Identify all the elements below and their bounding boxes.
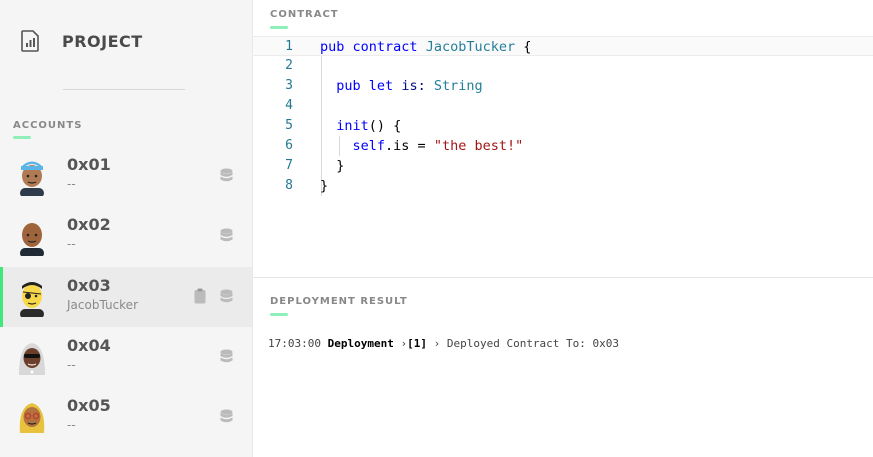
string-literal: "the best!": [433, 138, 524, 154]
field-name: is:: [401, 78, 426, 94]
brace: }: [336, 158, 345, 174]
code-line: 3 pub let is: String: [253, 76, 873, 96]
code-line: 5 init() {: [253, 116, 873, 136]
code-line: 2: [253, 56, 873, 76]
line-number: 4: [285, 98, 293, 113]
database-icon[interactable]: [220, 349, 233, 365]
account-address: 0x05: [67, 396, 111, 415]
divider: [63, 89, 185, 90]
account-contract-name: JacobTucker: [67, 298, 138, 312]
database-icon[interactable]: [220, 289, 233, 305]
avatar: [19, 343, 45, 375]
avatar: [20, 161, 44, 196]
code-line: 8 }: [253, 176, 873, 196]
log-kind: Deployment: [327, 337, 394, 350]
keyword: pub: [320, 39, 345, 55]
accounts-underline: [13, 136, 31, 139]
account-item-0x04[interactable]: 0x04 --: [0, 327, 252, 387]
pane-resize-divider[interactable]: [253, 277, 873, 278]
keyword: contract: [352, 39, 418, 55]
line-number: 8: [285, 178, 293, 193]
contract-label: CONTRACT: [270, 9, 339, 20]
project-header[interactable]: PROJECT: [0, 0, 252, 90]
avatar: [20, 282, 44, 317]
code-text: () {: [368, 118, 402, 134]
line-number: 6: [285, 138, 293, 153]
deployment-result-underline: [270, 313, 288, 316]
line-number: 1: [285, 39, 293, 54]
code-editor[interactable]: 1 pub contract JacobTucker { 2 3 pub let…: [253, 36, 873, 276]
code-line: 7 }: [253, 156, 873, 176]
account-address: 0x02: [67, 215, 111, 234]
keyword: pub: [336, 78, 361, 94]
account-contract-name: --: [67, 418, 76, 432]
account-address: 0x04: [67, 336, 111, 355]
code-line: 4: [253, 96, 873, 116]
keyword: let: [368, 78, 394, 94]
line-number: 3: [285, 78, 293, 93]
line-number: 5: [285, 118, 293, 133]
line-number: 7: [285, 158, 293, 173]
avatar: [20, 223, 44, 256]
deployment-result-label: DEPLOYMENT RESULT: [270, 296, 408, 307]
type-name: String: [433, 78, 483, 94]
code-text: .is =: [385, 138, 434, 154]
account-item-0x01[interactable]: 0x01 --: [0, 146, 252, 206]
accounts-label: ACCOUNTS: [13, 120, 83, 131]
account-item-0x03[interactable]: 0x03 JacobTucker: [0, 267, 252, 327]
account-contract-name: --: [67, 177, 76, 191]
database-icon[interactable]: [220, 409, 233, 425]
database-icon[interactable]: [220, 228, 233, 244]
account-contract-name: --: [67, 358, 76, 372]
avatar: [19, 403, 45, 433]
line-number: 2: [285, 58, 293, 73]
function-name: init: [336, 118, 369, 134]
deployment-log-line: 17:03:00 Deployment ›[1] › Deployed Cont…: [268, 337, 619, 350]
keyword: self: [352, 138, 386, 154]
code-line: 6 self.is = "the best!": [253, 136, 873, 156]
chart-document-icon: [21, 30, 39, 52]
log-time: 17:03:00: [268, 337, 321, 350]
account-contract-name: --: [67, 237, 76, 251]
log-index: [1]: [407, 337, 427, 350]
project-title: PROJECT: [62, 32, 143, 51]
clipboard-icon[interactable]: [194, 288, 206, 304]
brace: }: [320, 178, 329, 194]
account-address: 0x03: [67, 276, 111, 295]
contract-name: JacobTucker: [425, 39, 516, 55]
account-item-0x02[interactable]: 0x02 --: [0, 206, 252, 266]
brace: {: [523, 39, 532, 55]
contract-underline: [270, 26, 288, 29]
sidebar: PROJECT ACCOUNTS 0x01 -- 0x02 -- 0x03 Ja…: [0, 0, 253, 457]
account-address: 0x01: [67, 155, 111, 174]
log-separator: ›: [433, 337, 441, 350]
database-icon[interactable]: [220, 168, 233, 184]
account-item-0x05[interactable]: 0x05 --: [0, 387, 252, 447]
code-line: 1 pub contract JacobTucker {: [253, 36, 873, 56]
log-message: Deployed Contract To: 0x03: [446, 337, 620, 350]
